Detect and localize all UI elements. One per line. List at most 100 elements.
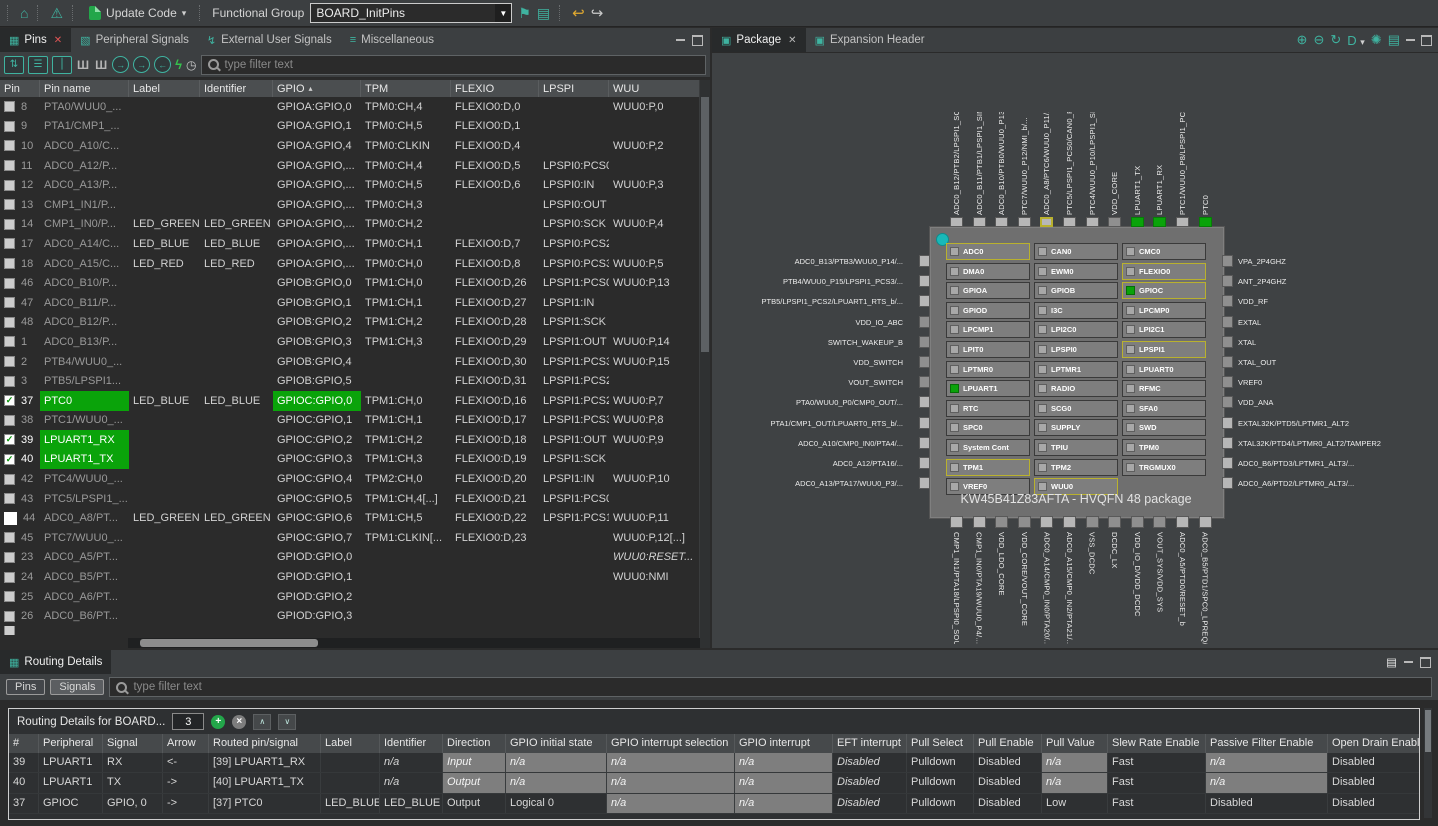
minimize-icon[interactable]: [676, 39, 685, 41]
routing-vertical-scrollbar[interactable]: [1424, 708, 1432, 818]
package-pin-left[interactable]: [919, 376, 930, 388]
column-header[interactable]: Pin: [0, 80, 40, 97]
pin-row[interactable]: 10ADC0_A10/C...GPIOA:GPIO,4TPM0:CLKINFLE…: [0, 136, 700, 156]
label-cell[interactable]: [129, 548, 200, 568]
pin-checkbox[interactable]: [4, 572, 15, 583]
peripheral-block[interactable]: GPIOB: [1034, 282, 1118, 299]
pin-row[interactable]: 9PTA1/CMP1_...GPIOA:GPIO,1TPM0:CH,5FLEXI…: [0, 117, 700, 137]
identifier-cell[interactable]: LED_GREEN: [200, 215, 273, 235]
label-cell[interactable]: [129, 332, 200, 352]
peripheral-checkbox[interactable]: [1126, 423, 1135, 432]
label-cell[interactable]: [129, 489, 200, 509]
label-cell[interactable]: LED_RED: [129, 254, 200, 274]
pin-checkbox[interactable]: [4, 591, 15, 602]
routing-cell[interactable]: [321, 753, 380, 772]
flexio-cell[interactable]: [451, 548, 539, 568]
identifier-cell[interactable]: [200, 606, 273, 626]
peripheral-checkbox[interactable]: [1126, 404, 1135, 413]
column-header[interactable]: Slew Rate Enable: [1108, 734, 1206, 753]
tab-pins[interactable]: ▦ Pins ✕: [0, 28, 71, 52]
lpspi-cell[interactable]: LPSPI1:IN: [539, 293, 609, 313]
pin-checkbox[interactable]: [4, 611, 15, 622]
gpio-cell[interactable]: GPIOB:GPIO,4: [273, 352, 361, 372]
routing-cell[interactable]: Disabled: [1328, 794, 1420, 813]
routing-cell[interactable]: 39: [9, 753, 39, 772]
pin-name-cell[interactable]: ADC0_A13/P...: [40, 175, 129, 195]
pin-row[interactable]: 2PTB4/WUU0_...GPIOB:GPIO,4FLEXIO0:D,30LP…: [0, 352, 700, 372]
peripheral-checkbox[interactable]: [950, 384, 959, 393]
routing-cell[interactable]: n/a: [607, 794, 735, 813]
package-pin-bottom[interactable]: [995, 516, 1008, 528]
minimize-icon[interactable]: [1404, 661, 1413, 663]
pin-checkbox[interactable]: [4, 121, 15, 132]
pin-row[interactable]: ✓37PTC0LED_BLUELED_BLUEGPIOC:GPIO,0TPM1:…: [0, 391, 700, 411]
peripheral-checkbox[interactable]: [1038, 247, 1047, 256]
identifier-cell[interactable]: LED_RED: [200, 254, 273, 274]
tpm-cell[interactable]: TPM0:CH,3: [361, 195, 451, 215]
pin-name-cell[interactable]: ADC0_B13/P...: [40, 332, 129, 352]
wuu-cell[interactable]: WUU0:P,14: [609, 332, 700, 352]
routing-filter[interactable]: type filter text: [109, 677, 1432, 697]
peripheral-block[interactable]: RFMC: [1122, 380, 1206, 397]
problems-warning-icon[interactable]: ⚠: [50, 6, 63, 20]
functional-group-select[interactable]: BOARD_InitPins ▼: [310, 3, 512, 23]
flexio-cell[interactable]: FLEXIO0:D,26: [451, 273, 539, 293]
peripheral-checkbox[interactable]: [1126, 345, 1135, 354]
column-header[interactable]: Identifier: [380, 734, 443, 753]
package-pin-top[interactable]: [973, 217, 986, 227]
pin-name-cell[interactable]: ADC0_B11/P...: [40, 293, 129, 313]
tpm-cell[interactable]: TPM0:CH,0: [361, 254, 451, 274]
pin-name-cell[interactable]: ADC0_B10/P...: [40, 273, 129, 293]
pin-name-cell[interactable]: ADC0_A5/PT...: [40, 548, 129, 568]
peripheral-checkbox[interactable]: [1038, 423, 1047, 432]
column-header[interactable]: FLEXIO: [451, 80, 539, 97]
pin-row[interactable]: 25ADC0_A6/PT...GPIOD:GPIO,2: [0, 587, 700, 607]
column-header[interactable]: Direction: [443, 734, 506, 753]
peripheral-block[interactable]: CAN0: [1034, 243, 1118, 260]
routing-cell[interactable]: ->: [163, 773, 209, 792]
identifier-cell[interactable]: [200, 175, 273, 195]
flexio-cell[interactable]: FLEXIO0:D,4: [451, 136, 539, 156]
peripheral-block[interactable]: TPM2: [1034, 459, 1118, 476]
package-pin-bottom[interactable]: [1153, 516, 1166, 528]
wuu-cell[interactable]: WUU0:NMI: [609, 567, 700, 587]
peripheral-checkbox[interactable]: [950, 482, 959, 491]
tpm-cell[interactable]: [361, 371, 451, 391]
column-header[interactable]: GPIO interrupt: [735, 734, 833, 753]
package-pin-top[interactable]: [1063, 217, 1076, 227]
label-cell[interactable]: [129, 469, 200, 489]
routing-cell[interactable]: n/a: [380, 753, 443, 772]
package-pin-right[interactable]: [1222, 477, 1233, 489]
label-cell[interactable]: [129, 450, 200, 470]
wuu-cell[interactable]: [609, 606, 700, 626]
gpio-cell[interactable]: GPIOA:GPIO,4: [273, 136, 361, 156]
peripheral-block[interactable]: SFA0: [1122, 400, 1206, 417]
package-pin-left[interactable]: [919, 255, 930, 267]
tpm-cell[interactable]: TPM1:CH,0: [361, 273, 451, 293]
unroute-pin-icon[interactable]: ←: [154, 56, 171, 73]
package-pin-left[interactable]: [919, 417, 930, 429]
peripheral-checkbox[interactable]: [1038, 325, 1047, 334]
package-pin-right[interactable]: [1222, 376, 1233, 388]
package-pin-top[interactable]: [950, 217, 963, 227]
pin-name-cell[interactable]: ADC0_A6/PT...: [40, 587, 129, 607]
wuu-cell[interactable]: [609, 156, 700, 176]
identifier-cell[interactable]: [200, 567, 273, 587]
wuu-cell[interactable]: WUU0:RESET...: [609, 548, 700, 568]
pin-checkbox[interactable]: [4, 336, 15, 347]
peripheral-block[interactable]: DMA0: [946, 263, 1030, 280]
lpspi-cell[interactable]: LPSPI1:SCK: [539, 313, 609, 333]
peripheral-block[interactable]: EWM0: [1034, 263, 1118, 280]
label-cell[interactable]: LED_BLUE: [129, 234, 200, 254]
pin-row[interactable]: 42PTC4/WUU0_...GPIOC:GPIO,4TPM2:CH,0FLEX…: [0, 469, 700, 489]
flexio-cell[interactable]: FLEXIO0:D,29: [451, 332, 539, 352]
pin-checkbox[interactable]: [4, 626, 15, 635]
lpspi-cell[interactable]: [539, 587, 609, 607]
gpio-cell[interactable]: GPIOB:GPIO,1: [273, 293, 361, 313]
gpio-cell[interactable]: GPIOC:GPIO,2: [273, 430, 361, 450]
gpio-cell[interactable]: GPIOD:GPIO,2: [273, 587, 361, 607]
pin-checkbox[interactable]: [4, 258, 15, 269]
peripheral-block[interactable]: LPSPI1: [1122, 341, 1206, 358]
tpm-cell[interactable]: TPM1:CH,3: [361, 332, 451, 352]
peripheral-checkbox[interactable]: [1038, 443, 1047, 452]
